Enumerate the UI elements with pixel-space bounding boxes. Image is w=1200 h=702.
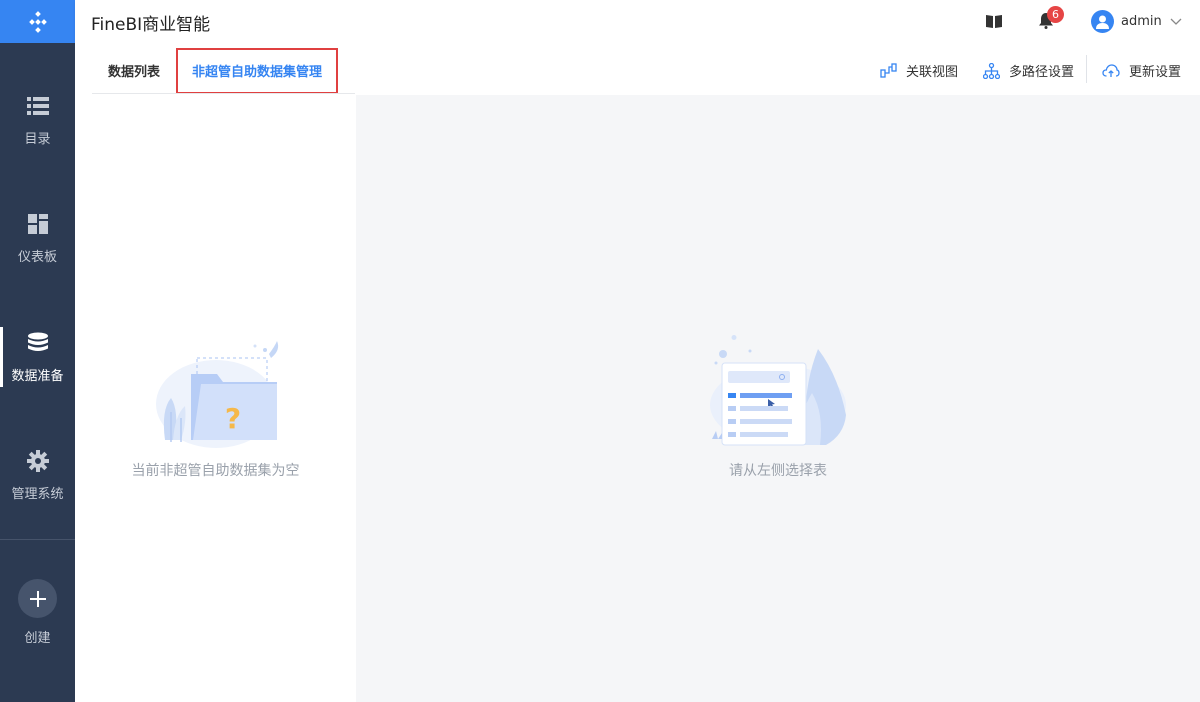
username: admin [1121, 14, 1162, 29]
select-table-message: 请从左侧选择表 [729, 463, 827, 479]
notification-badge: 6 [1047, 6, 1064, 23]
help-doc-button[interactable] [985, 12, 1003, 30]
chevron-down-icon [1170, 18, 1182, 25]
create-button[interactable] [18, 579, 57, 618]
top-bar: FineBI商业智能 6 admin [75, 0, 1200, 43]
sidebar-item-admin[interactable]: 管理系统 [0, 425, 75, 525]
sidebar-item-label: 目录 [24, 131, 51, 147]
multi-path-label: 多路径设置 [1009, 65, 1075, 80]
relation-view-label: 关联视图 [906, 65, 959, 80]
select-table-illustration [710, 335, 846, 446]
sidebar-item-catalog[interactable]: 目录 [0, 70, 75, 170]
fine-logo[interactable] [0, 0, 75, 43]
sidebar-item-label: 管理系统 [11, 486, 64, 502]
empty-dataset-message: 当前非超管自助数据集为空 [131, 463, 300, 479]
book-icon [986, 15, 1002, 28]
sidebar-item-label: 仪表板 [17, 249, 57, 265]
avatar [1091, 10, 1114, 33]
plus-icon [29, 590, 46, 607]
create-label: 创建 [24, 631, 51, 646]
list-icon [26, 94, 50, 118]
dashboard-icon [26, 212, 50, 236]
dataset-list-panel: ? 当前非超管自助数据集为空 [75, 95, 356, 702]
relation-view-button[interactable]: 关联视图 [880, 61, 958, 80]
user-icon [1096, 15, 1109, 29]
app-title: FineBI商业智能 [91, 15, 211, 35]
tab-highlight-box [176, 48, 338, 94]
tab-divider [92, 93, 355, 94]
sidebar: 目录 仪表板 数据准备 管理系统 创建 [0, 0, 75, 702]
tab-bar: 数据列表 非超管自助数据集管理 关联视图 多路径设置 更新设置 [75, 43, 1200, 95]
svg-text:?: ? [225, 402, 241, 435]
update-settings-label: 更新设置 [1129, 65, 1182, 80]
relation-view-icon [880, 63, 897, 78]
action-divider [1086, 55, 1087, 83]
sidebar-item-data-prep[interactable]: 数据准备 [0, 307, 75, 407]
multi-path-icon [983, 62, 1000, 79]
empty-folder-illustration: ? [156, 341, 279, 448]
table-detail-panel: 请从左侧选择表 [356, 95, 1200, 702]
tab-data-list[interactable]: 数据列表 [108, 61, 160, 80]
logo-icon [28, 10, 47, 33]
user-menu[interactable]: admin [1091, 10, 1182, 33]
multi-path-button[interactable]: 多路径设置 [983, 61, 1074, 80]
update-settings-button[interactable]: 更新设置 [1102, 61, 1181, 80]
database-icon [26, 331, 50, 355]
sidebar-item-dashboard[interactable]: 仪表板 [0, 188, 75, 288]
sidebar-divider [0, 539, 75, 540]
sidebar-item-label: 数据准备 [11, 368, 64, 384]
cloud-update-icon [1102, 63, 1120, 77]
gear-icon [26, 449, 50, 473]
